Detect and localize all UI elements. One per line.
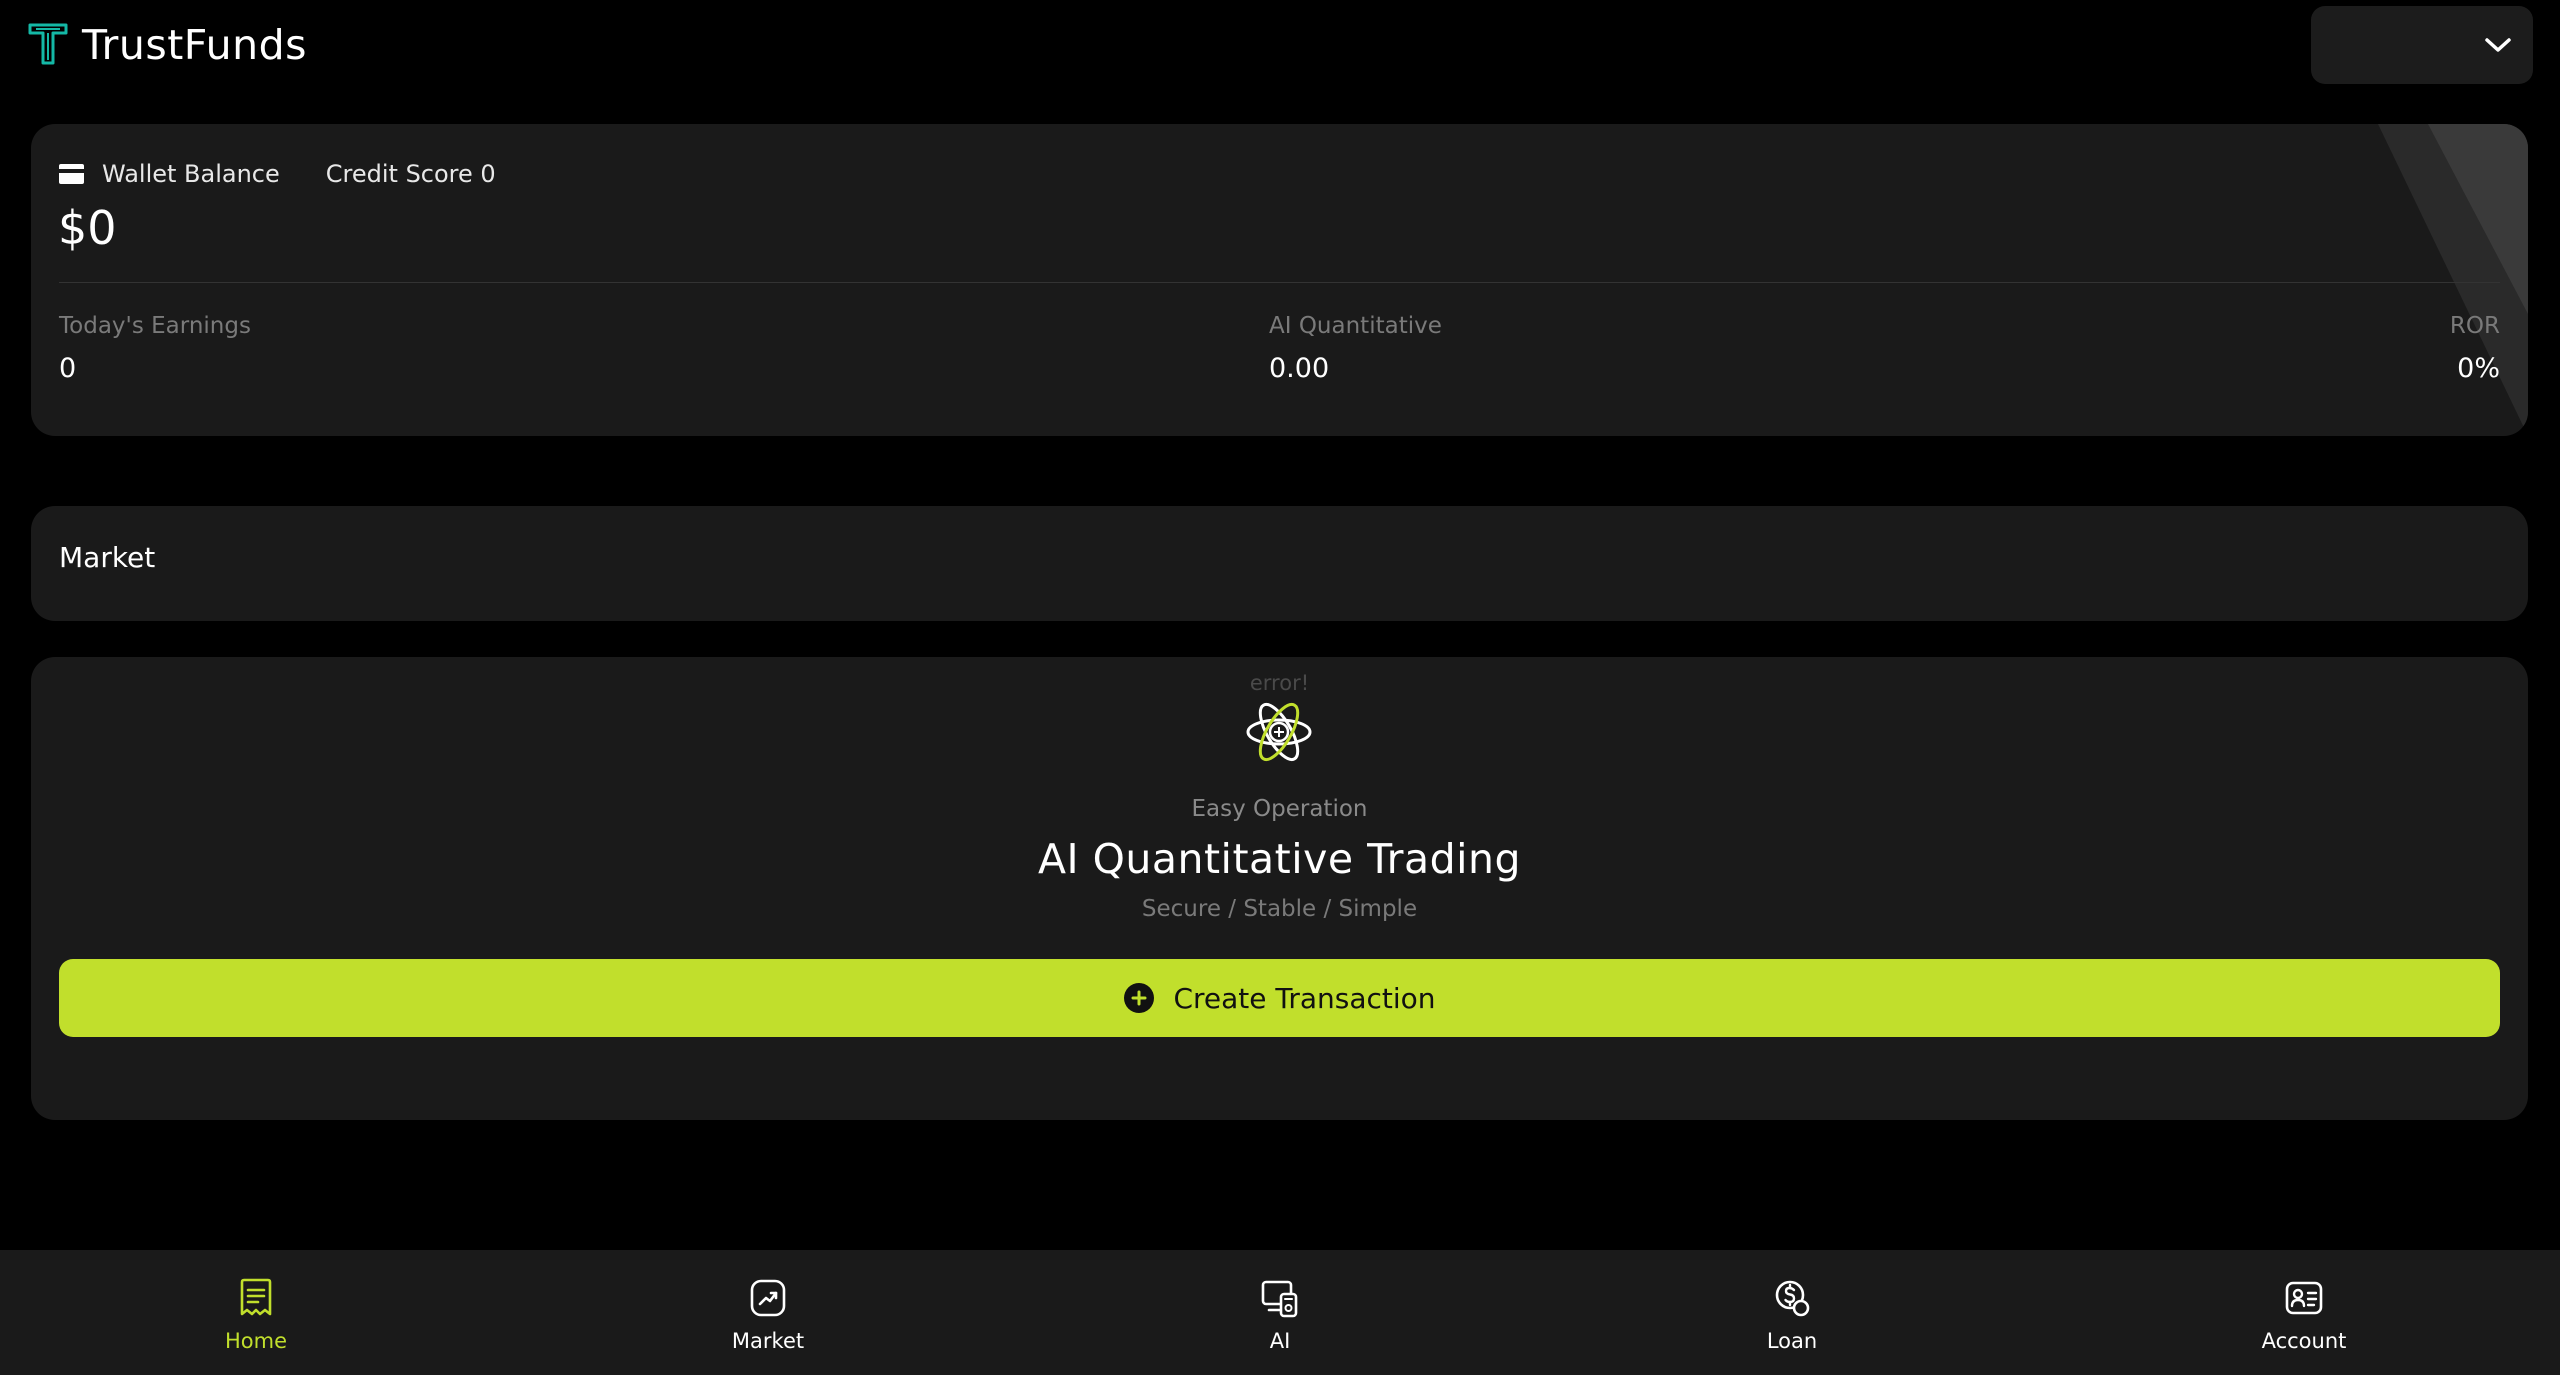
receipt-icon <box>240 1278 272 1316</box>
market-card: Market <box>31 506 2528 621</box>
wallet-row: Wallet Balance Credit Score 0 <box>59 154 496 194</box>
easy-operation-label: Easy Operation <box>1191 796 1368 822</box>
todays-earnings-label: Today's Earnings <box>59 313 251 339</box>
nav-label-account: Account <box>2261 1329 2347 1353</box>
market-title: Market <box>59 541 156 574</box>
ror-value: 0% <box>2457 353 2500 384</box>
nav-label-loan: Loan <box>1766 1329 1818 1353</box>
atom-icon <box>1246 702 1312 762</box>
card-icon <box>59 164 84 184</box>
ai-quantitative-value: 0.00 <box>1269 353 1330 384</box>
chart-trend-icon <box>750 1279 786 1317</box>
ror-label: ROR <box>2449 313 2500 339</box>
ai-device-icon <box>1261 1280 1298 1318</box>
todays-earnings-stat: Today's Earnings 0 <box>59 310 251 390</box>
nav-item-account[interactable]: Account <box>2204 1250 2404 1375</box>
todays-earnings-value: 0 <box>59 353 77 384</box>
nav-label-market: Market <box>731 1329 805 1353</box>
create-transaction-button[interactable]: Create Transaction <box>59 959 2500 1037</box>
nav-label-ai: AI <box>1269 1329 1291 1353</box>
language-selector[interactable] <box>2311 6 2533 84</box>
nav-item-ai[interactable]: AI <box>1180 1250 1380 1375</box>
ror-stat: ROR 0% <box>2450 310 2500 390</box>
chevron-down-icon <box>2485 38 2511 52</box>
id-card-icon <box>2285 1281 2323 1315</box>
wallet-balance-label: Wallet Balance <box>102 160 280 188</box>
ai-trading-title: AI Quantitative Trading <box>1037 835 1522 883</box>
credit-score-label: Credit Score 0 <box>325 160 496 188</box>
ai-trading-subtitle: Secure / Stable / Simple <box>1141 896 1418 922</box>
wallet-balance-value: $0 <box>58 201 117 255</box>
nav-item-market[interactable]: Market <box>668 1250 868 1375</box>
nav-item-home[interactable]: Home <box>156 1250 356 1375</box>
ai-quantitative-label: AI Quantitative <box>1269 313 1442 339</box>
trustfunds-logo-icon <box>28 23 68 65</box>
bottom-nav: Home Market AI Loan Account <box>0 1250 2560 1375</box>
ai-trading-card: error! Easy Operation AI Quantitative Tr… <box>31 657 2528 1120</box>
coin-icon <box>1775 1280 1810 1317</box>
ai-quantitative-stat: AI Quantitative 0.00 <box>1269 310 1442 390</box>
brand-name: TrustFunds <box>82 21 307 69</box>
wallet-balance-card: Wallet Balance Credit Score 0 $0 Today's… <box>31 124 2528 436</box>
create-transaction-label: Create Transaction <box>1173 981 1436 1015</box>
divider <box>59 282 2500 283</box>
plus-circle-icon <box>1124 983 1155 1013</box>
nav-label-home: Home <box>224 1329 287 1353</box>
app-header: TrustFunds <box>0 0 2560 92</box>
image-error-text: error! <box>1249 671 1310 695</box>
nav-item-loan[interactable]: Loan <box>1692 1250 1892 1375</box>
